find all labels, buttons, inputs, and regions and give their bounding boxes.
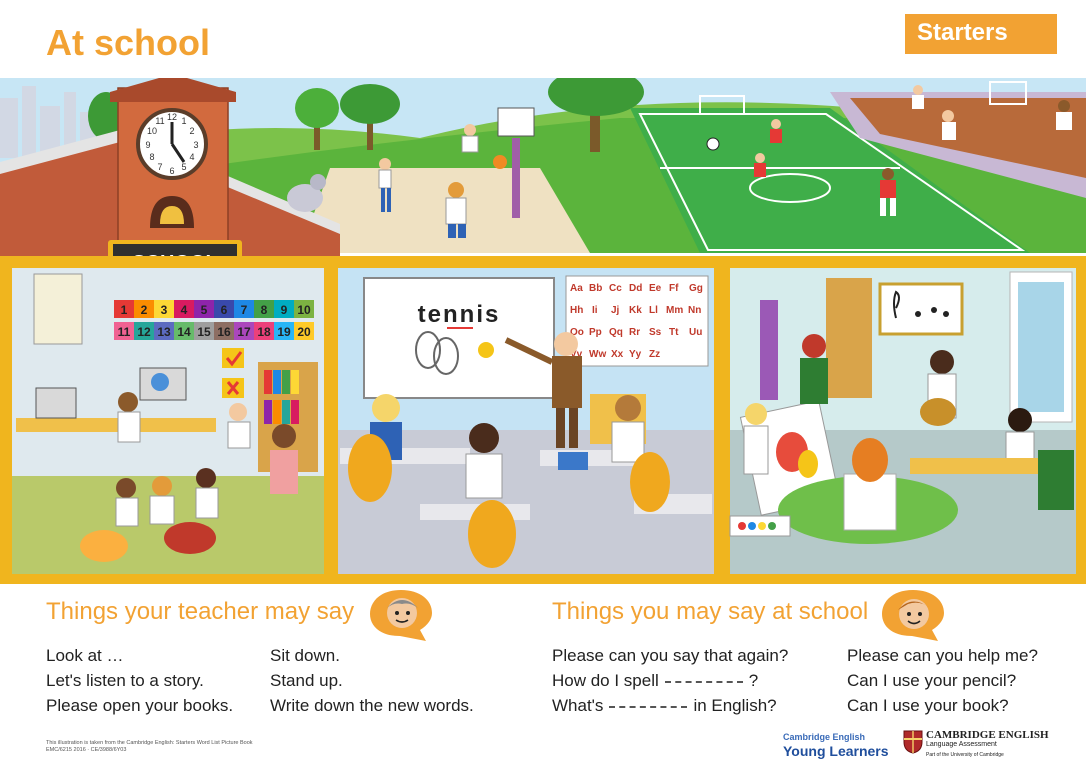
alphabet-card: Bb [589, 283, 602, 294]
number-label: 20 [297, 325, 311, 339]
number-label: 5 [201, 303, 208, 317]
cambridge-crest-icon [903, 730, 923, 754]
number-label: 1 [121, 303, 128, 317]
number-label: 15 [197, 325, 211, 339]
student-phrase-english: What's in English? [552, 696, 777, 716]
alphabet-card: Aa [570, 283, 583, 294]
credit-line: This illustration is taken from the Camb… [46, 740, 253, 746]
number-label: 11 [118, 325, 131, 339]
alphabet-card: Zz [649, 349, 660, 360]
yl-brand-top: Cambridge English [783, 732, 866, 742]
phrase-text: in English? [693, 696, 777, 715]
number-label: 2 [141, 303, 148, 317]
clock-numeral: 10 [147, 126, 157, 136]
clock-numeral: 5 [181, 162, 186, 172]
clock-numeral: 12 [167, 112, 177, 122]
number-label: 13 [157, 325, 171, 339]
alphabet-card: Pp [589, 327, 602, 338]
number-label: 14 [177, 325, 191, 339]
alphabet-card: Rr [629, 327, 640, 338]
board-word: tennis [418, 301, 501, 328]
phrase-text: ? [748, 671, 759, 690]
alphabet-card: Ll [649, 305, 658, 316]
alphabet-card: Kk [629, 305, 642, 316]
cambridge-english-logo: CAMBRIDGE ENGLISH Language Assessment Pa… [926, 730, 1049, 760]
alphabet-card: Ii [592, 305, 598, 316]
number-label: 3 [161, 303, 168, 317]
school-illustration: 12 1 2 3 4 5 6 7 8 9 10 11 SCHOOL [0, 78, 1086, 584]
clock-numeral: 1 [181, 116, 186, 126]
alphabet-card: Ff [669, 283, 679, 294]
number-label: 17 [237, 325, 251, 339]
alphabet-card: Tt [669, 327, 679, 338]
number-label: 9 [281, 303, 288, 317]
alphabet-card: Uu [689, 327, 702, 338]
number-label: 7 [241, 303, 248, 317]
number-label: 19 [277, 325, 291, 339]
number-label: 12 [137, 325, 151, 339]
number-label: 4 [181, 303, 188, 317]
alphabet-card: Ww [589, 349, 606, 360]
ce-brand-name: CAMBRIDGE ENGLISH [926, 729, 1049, 741]
blank-line [609, 706, 688, 708]
alphabet-card: Qq [609, 327, 623, 338]
number-label: 6 [221, 303, 228, 317]
ce-brand-tag: Part of the University of Cambridge [926, 752, 1004, 758]
number-label: 10 [297, 303, 311, 317]
clock-numeral: 9 [145, 140, 150, 150]
clock-numeral: 11 [155, 116, 164, 126]
blank-line [664, 681, 743, 683]
alphabet-card: Yy [629, 349, 642, 360]
teacher-phrase: Please open your books. [46, 696, 234, 715]
alphabet-card: Gg [689, 283, 703, 294]
phrase-text: How do I spell [552, 671, 659, 690]
alphabet-card: Ee [649, 283, 662, 294]
teacher-phrase: Let's listen to a story. [46, 671, 204, 690]
alphabet-card: Xx [611, 349, 624, 360]
phrase-text: What's [552, 696, 604, 715]
alphabet-card: Dd [629, 283, 642, 294]
page-title: At school [46, 22, 211, 63]
clock-numeral: 2 [189, 126, 194, 136]
student-phrase: Can I use your pencil? [847, 671, 1017, 690]
teacher-speech-bubble-icon [370, 590, 432, 641]
teacher-section-heading: Things your teacher may say [46, 598, 355, 625]
ce-brand-sub: Language Assessment [926, 741, 997, 748]
young-learners-logo: Cambridge English Young Learners [783, 730, 889, 758]
student-speech-bubble-icon [882, 590, 944, 641]
number-label: 18 [257, 325, 271, 339]
clock-numeral: 6 [169, 166, 174, 176]
teacher-phrase: Sit down. [270, 646, 340, 665]
illustration-credit: This illustration is taken from the Camb… [46, 740, 253, 754]
clock-numeral: 8 [149, 152, 154, 162]
teacher-phrase: Write down the new words. [270, 696, 474, 715]
alphabet-card: Mm [666, 305, 683, 316]
yl-brand-bottom: Young Learners [783, 743, 889, 759]
student-phrase: Please can you say that again? [552, 646, 789, 665]
student-section-heading: Things you may say at school [552, 598, 869, 625]
teacher-phrase: Look at … [46, 646, 124, 665]
number-label: 8 [261, 303, 268, 317]
credit-line: EMC/6215 2016 · CE/3988/6Y03 [46, 747, 127, 753]
alphabet-card: Ss [649, 327, 662, 338]
alphabet-card: Cc [609, 283, 622, 294]
student-phrase-spell: How do I spell? [552, 671, 758, 691]
level-badge: Starters [905, 14, 1057, 54]
alphabet-card: Nn [688, 305, 701, 316]
alphabet-card: Jj [611, 305, 620, 316]
student-phrase: Please can you help me? [847, 646, 1038, 665]
number-label: 16 [217, 325, 231, 339]
alphabet-card: Hh [570, 305, 583, 316]
clock-numeral: 7 [157, 162, 162, 172]
student-phrase: Can I use your book? [847, 696, 1009, 715]
teacher-phrase: Stand up. [270, 671, 343, 690]
clock-numeral: 3 [193, 140, 198, 150]
clock-numeral: 4 [189, 152, 194, 162]
